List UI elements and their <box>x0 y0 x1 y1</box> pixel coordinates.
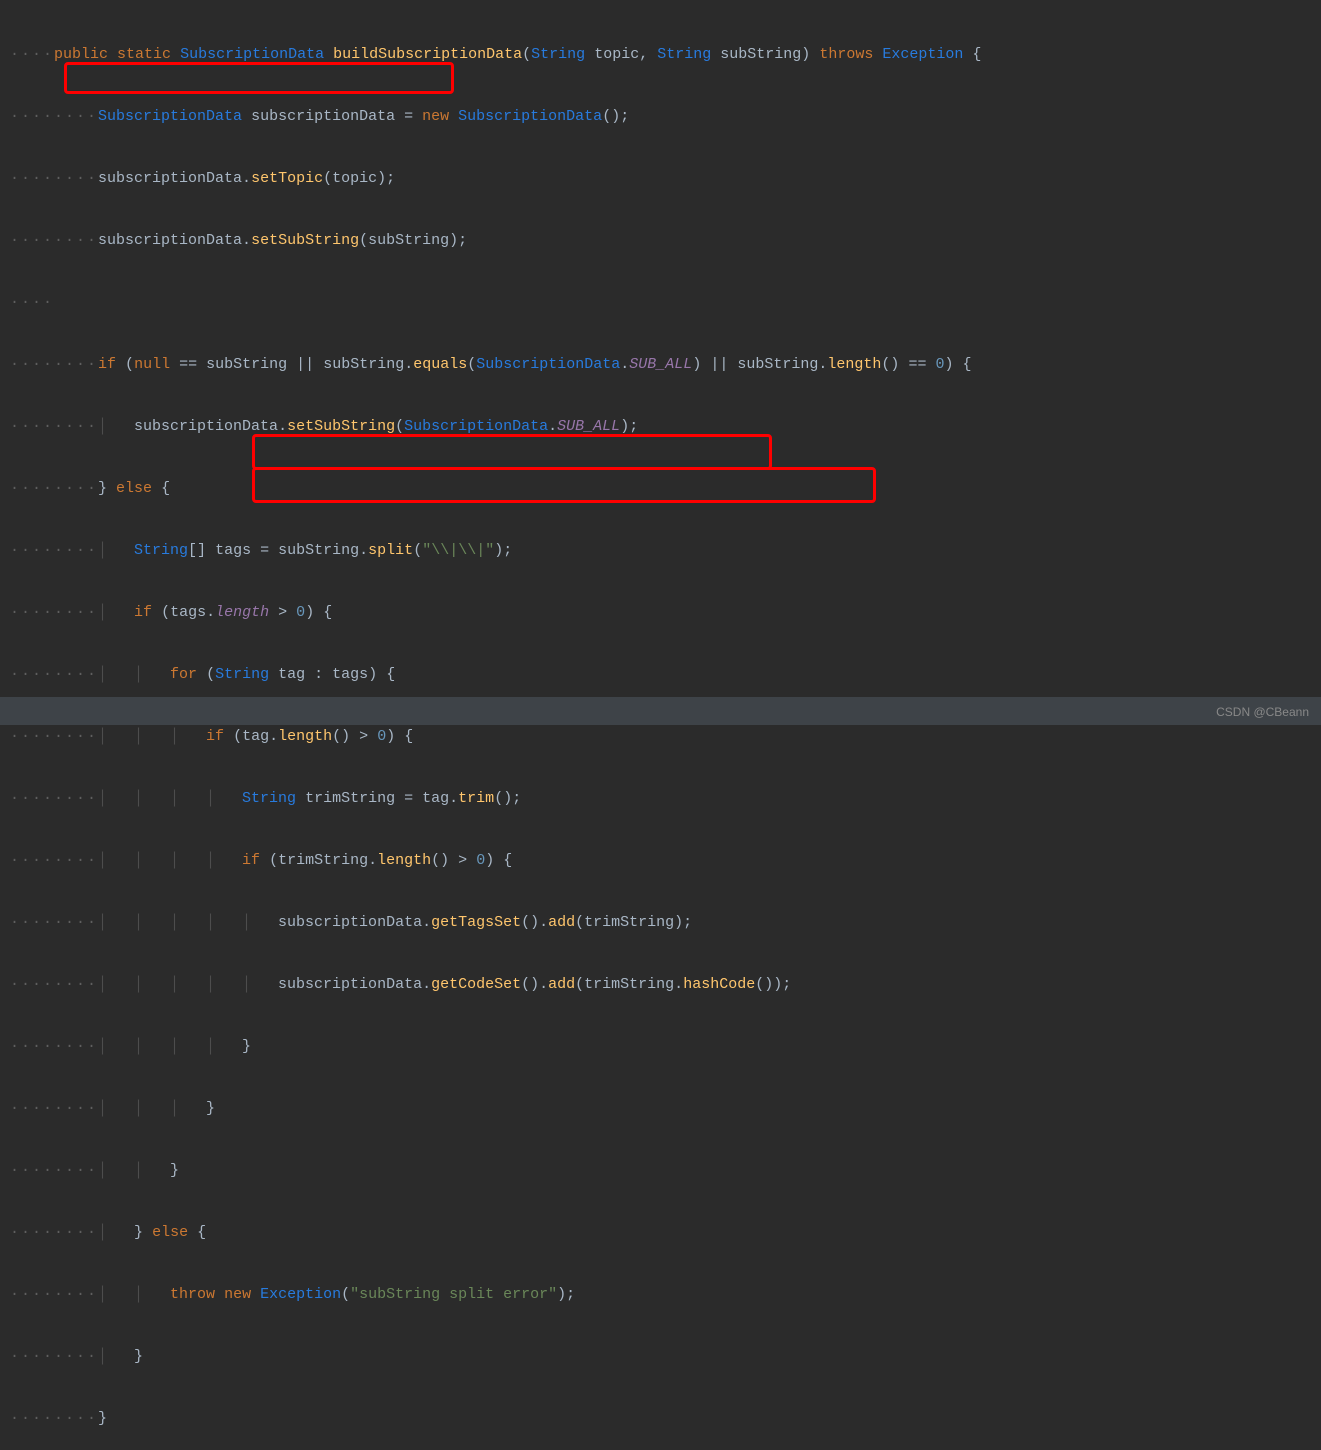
code-editor[interactable]: ····public static SubscriptionData build… <box>0 0 1321 1450</box>
code-line: ········│ │ │ │ │ subscriptionData.getTa… <box>0 907 1321 938</box>
code-line: ········│ │ │ │ } <box>0 1031 1321 1062</box>
code-line: ········│ │ } <box>0 1155 1321 1186</box>
code-line: ········│ │ │ │ String trimString = tag.… <box>0 783 1321 814</box>
code-line: ········│ │ │ │ │ subscriptionData.getCo… <box>0 969 1321 1000</box>
code-line: ········│ } else { <box>0 1217 1321 1248</box>
code-line: ········│ } <box>0 1341 1321 1372</box>
code-line: ········│ if (tags.length > 0) { <box>0 597 1321 628</box>
code-line: ····public static SubscriptionData build… <box>0 39 1321 70</box>
code-line: ···· <box>0 287 1321 318</box>
code-line: ········│ │ throw new Exception("subStri… <box>0 1279 1321 1310</box>
code-line: ········} <box>0 1403 1321 1434</box>
code-line: ········} else { <box>0 473 1321 504</box>
code-line: ········subscriptionData.setTopic(topic)… <box>0 163 1321 194</box>
selection-bar <box>0 697 1321 725</box>
code-line: ········SubscriptionData subscriptionDat… <box>0 101 1321 132</box>
code-line: ········│ │ │ } <box>0 1093 1321 1124</box>
code-line: ········│ │ for (String tag : tags) { <box>0 659 1321 690</box>
code-line: ········│ │ │ if (tag.length() > 0) { <box>0 721 1321 752</box>
watermark: CSDN @CBeann <box>1216 705 1309 719</box>
code-line: ········if (null == subString || subStri… <box>0 349 1321 380</box>
code-line: ········│ subscriptionData.setSubString(… <box>0 411 1321 442</box>
code-line: ········subscriptionData.setSubString(su… <box>0 225 1321 256</box>
code-line: ········│ String[] tags = subString.spli… <box>0 535 1321 566</box>
code-line: ········│ │ │ │ if (trimString.length() … <box>0 845 1321 876</box>
